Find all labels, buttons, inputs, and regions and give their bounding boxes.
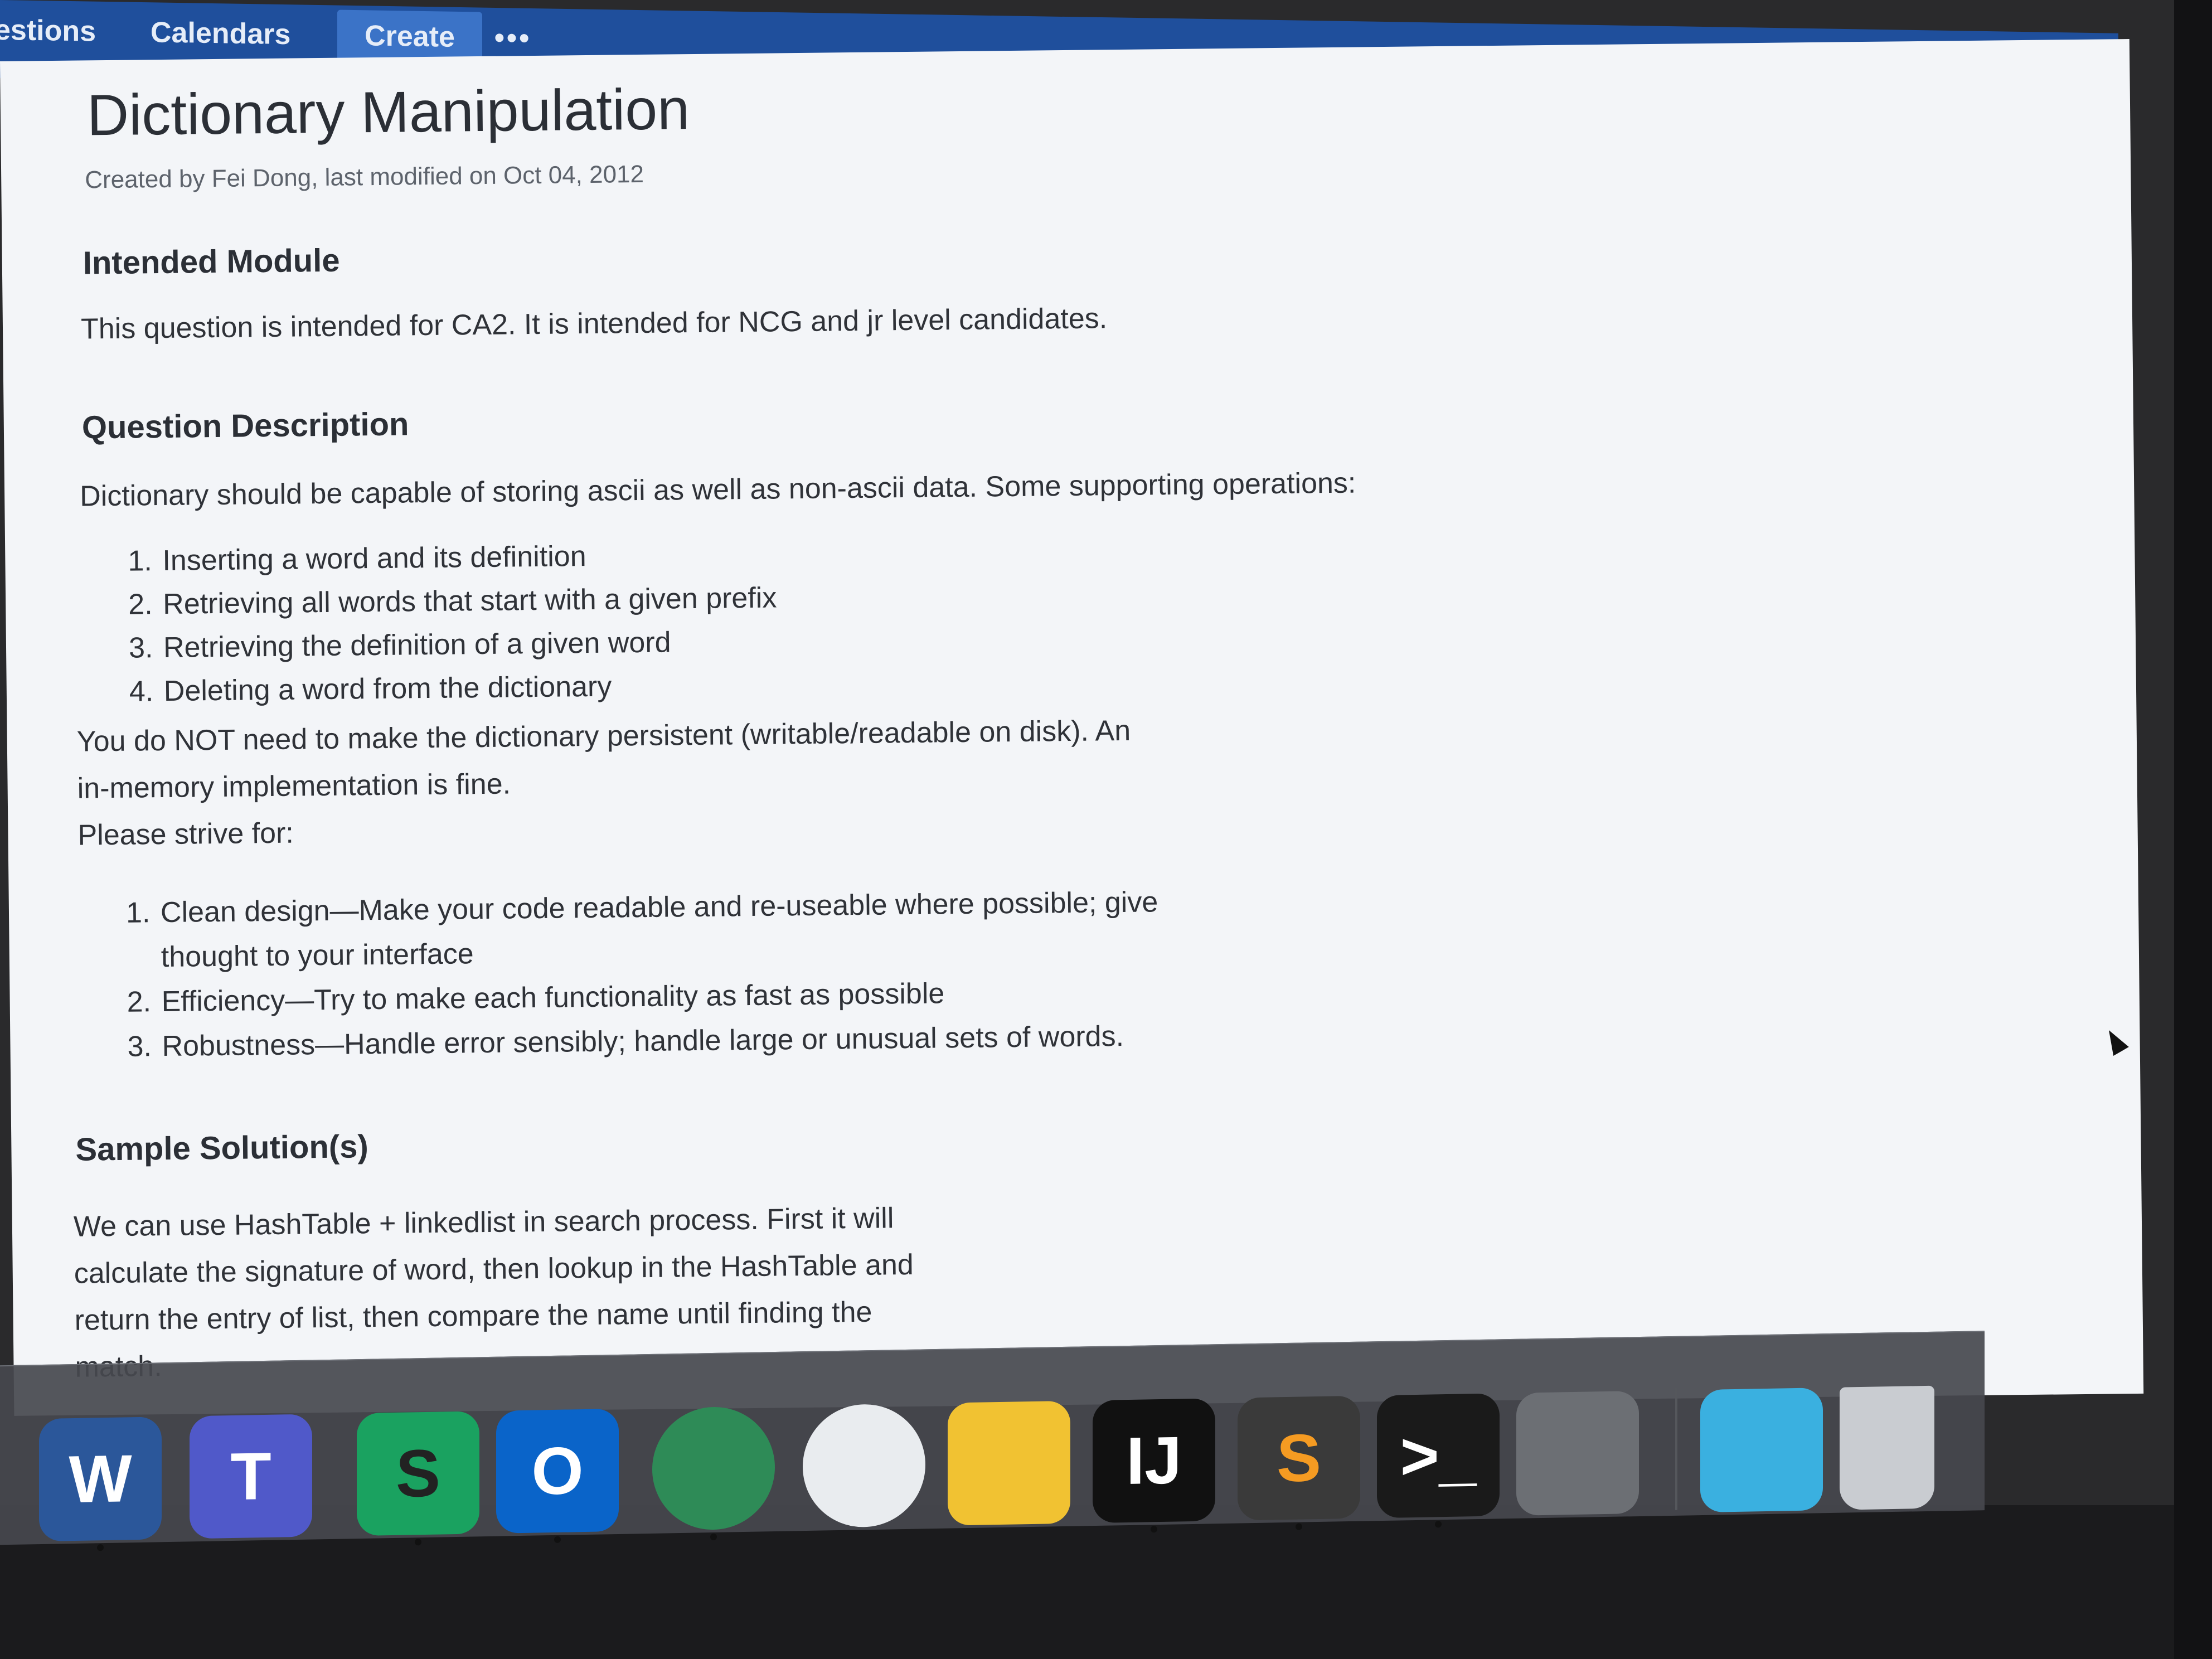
page-title: Dictionary Manipulation [86, 77, 690, 148]
screen-bezel [2174, 0, 2212, 1659]
heading-question-description: Question Description [81, 406, 409, 446]
page-byline: Created by Fei Dong, last modified on Oc… [84, 160, 644, 194]
running-indicator [1435, 1521, 1442, 1528]
running-indicator [1296, 1523, 1302, 1530]
intellij-icon[interactable]: IJ [1093, 1398, 1215, 1524]
word-icon[interactable]: W [39, 1417, 162, 1542]
page-content: Dictionary Manipulation Created by Fei D… [0, 38, 2144, 1416]
vpn-icon[interactable] [652, 1406, 775, 1531]
heading-sample-solutions: Sample Solution(s) [75, 1128, 369, 1168]
question-description-text: Dictionary should be capable of storing … [79, 467, 1356, 513]
downloads-folder-icon[interactable] [1700, 1388, 1823, 1513]
running-indicator [415, 1539, 421, 1546]
dock-separator [1675, 1387, 1677, 1510]
dock: W T S O IJ S >_ [0, 1331, 1985, 1551]
outlook-icon[interactable]: O [496, 1408, 619, 1534]
running-indicator [97, 1544, 104, 1551]
operations-list: 1. Inserting a word and its definition 2.… [128, 527, 1356, 714]
strive-list: 1. Clean design—Make your code readable a… [126, 879, 1298, 1069]
persistence-note: You do NOT need to make the dictionary p… [76, 706, 1249, 859]
wifi-icon[interactable] [803, 1403, 925, 1529]
trash-icon[interactable] [1840, 1385, 1934, 1510]
system-prefs-icon[interactable] [1516, 1390, 1639, 1516]
nav-calendars[interactable]: Calendars [151, 7, 290, 60]
list-item: 1. Clean design—Make your code readable a… [125, 886, 1158, 974]
heading-intended-module: Intended Module [83, 242, 340, 282]
sublime-icon[interactable]: S [1238, 1395, 1360, 1521]
running-indicator [1151, 1526, 1157, 1533]
nav-questions[interactable]: estions [0, 4, 96, 57]
create-button[interactable]: Create [337, 9, 482, 64]
teams-icon[interactable]: T [190, 1414, 312, 1539]
running-indicator [710, 1533, 717, 1541]
running-indicator [554, 1536, 561, 1543]
skype-business-icon[interactable]: S [357, 1411, 479, 1536]
intended-module-text: This question is intended for CA2. It is… [80, 302, 1108, 346]
launchpad-icon[interactable] [948, 1400, 1070, 1526]
terminal-icon[interactable]: >_ [1377, 1393, 1500, 1519]
screen: estions Calendars Create ••• ⚲ ⓘ▾ ✉ ●▾ D… [0, 0, 2212, 1505]
